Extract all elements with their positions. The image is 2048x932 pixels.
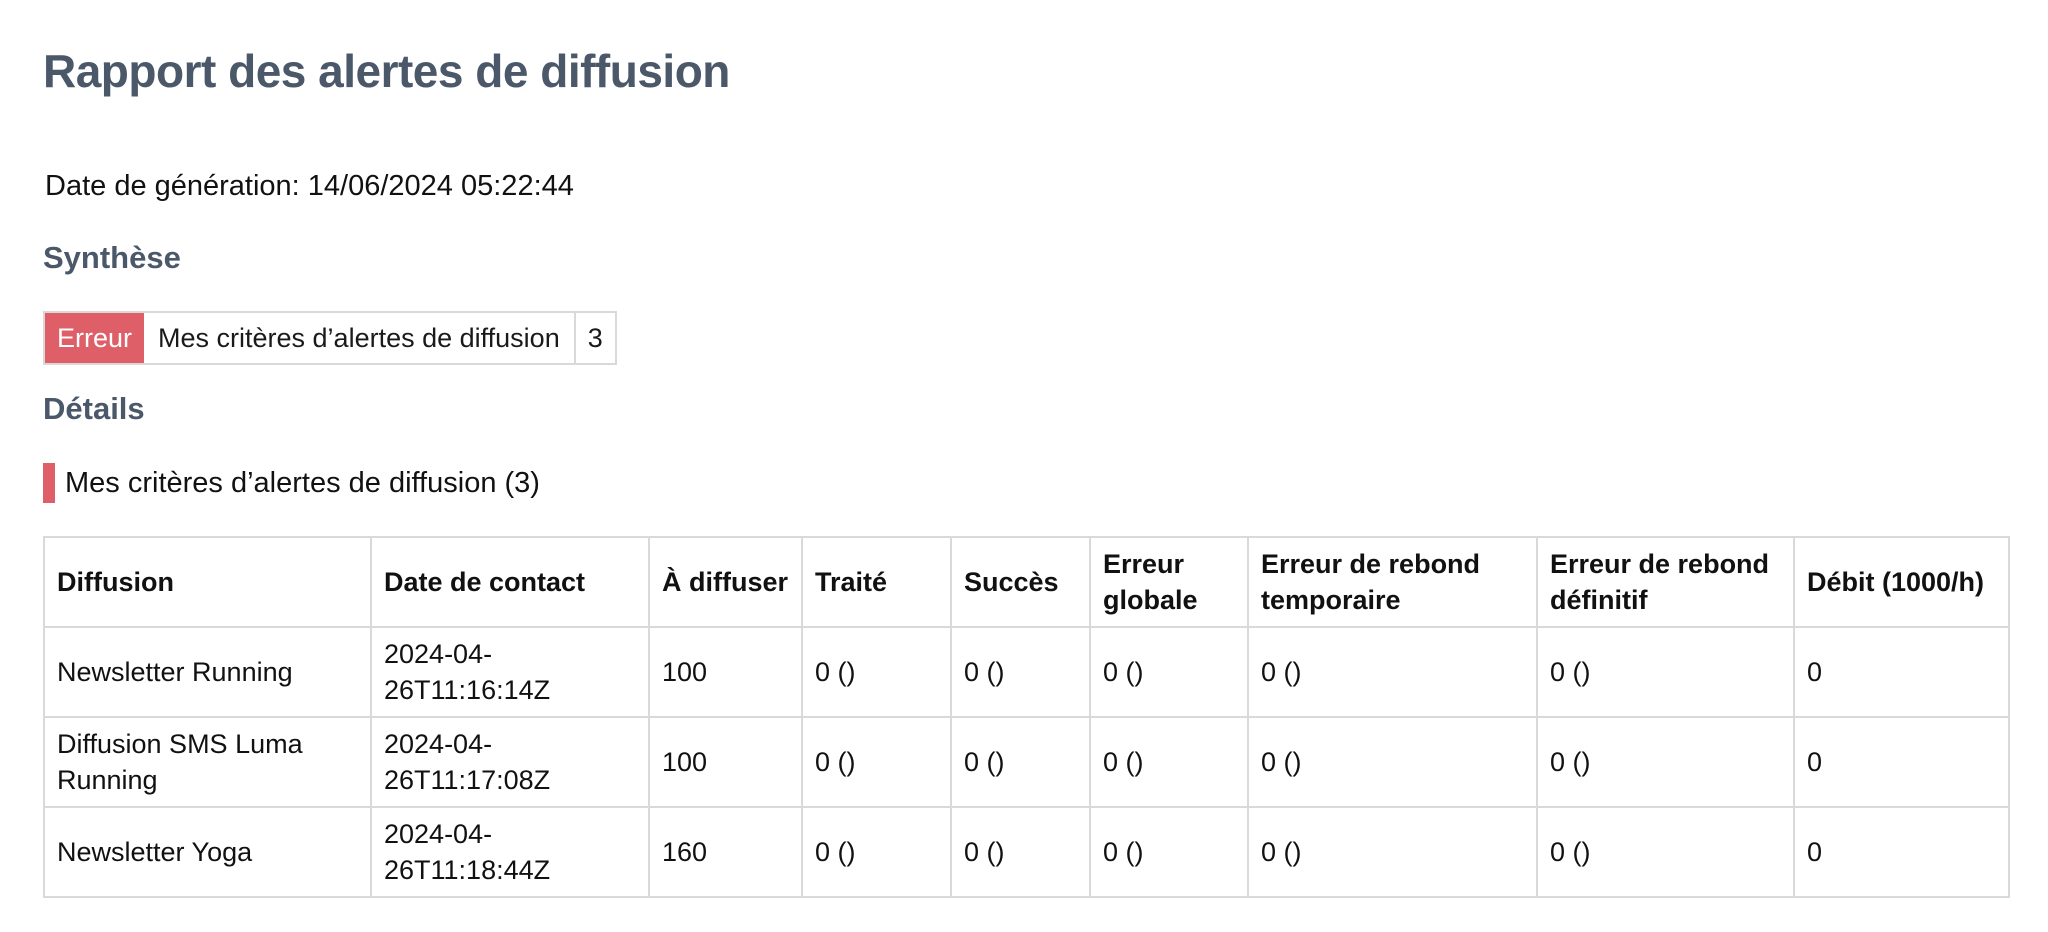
- details-heading: Détails: [43, 391, 145, 426]
- table-cell: 100: [648, 716, 803, 808]
- error-indicator-bar: [43, 463, 55, 503]
- table-cell: 0 (): [1247, 626, 1538, 718]
- table-cell: 0: [1793, 806, 2010, 898]
- column-header: À diffuser: [648, 536, 803, 628]
- page-title: Rapport des alertes de diffusion: [43, 45, 730, 97]
- table-cell: 2024-04-26T11:16:14Z: [370, 626, 650, 718]
- table-cell: 0 (): [950, 626, 1091, 718]
- details-criteria-label: Mes critères d’alertes de diffusion (3): [65, 466, 540, 499]
- column-header: Succès: [950, 536, 1091, 628]
- table-cell: 0 (): [1089, 716, 1249, 808]
- table-cell: 0 (): [801, 626, 952, 718]
- column-header: Débit (1000/h): [1793, 536, 2010, 628]
- table-cell: Newsletter Yoga: [43, 806, 372, 898]
- table-cell: 0 (): [801, 716, 952, 808]
- table-cell: 0 (): [801, 806, 952, 898]
- table-cell: 100: [648, 626, 803, 718]
- table-cell: 0: [1793, 716, 2010, 808]
- table-row: Newsletter Yoga 2024-04-26T11:18:44Z 160…: [43, 806, 2010, 898]
- table-cell: 0 (): [1536, 716, 1795, 808]
- column-header: Erreur de rebond temporaire: [1247, 536, 1538, 628]
- summary-heading: Synthèse: [43, 240, 181, 275]
- table-cell: 160: [648, 806, 803, 898]
- column-header: Diffusion: [43, 536, 372, 628]
- table-cell: 0 (): [1536, 806, 1795, 898]
- details-criteria-header: Mes critères d’alertes de diffusion (3): [43, 463, 540, 503]
- column-header: Traité: [801, 536, 952, 628]
- table-header-row: Diffusion Date de contact À diffuser Tra…: [43, 536, 2010, 628]
- status-badge: Erreur: [45, 313, 145, 363]
- table-cell: 0 (): [1247, 806, 1538, 898]
- summary-count: 3: [587, 322, 603, 353]
- table-cell: 0 (): [1089, 626, 1249, 718]
- column-header: Erreur globale: [1089, 536, 1249, 628]
- table-cell: 0 (): [1536, 626, 1795, 718]
- table-cell: 0: [1793, 626, 2010, 718]
- table-cell: Diffusion SMS Luma Running: [43, 716, 372, 808]
- table-cell: 0 (): [950, 806, 1091, 898]
- table-cell: 2024-04-26T11:17:08Z: [370, 716, 650, 808]
- table-cell: 2024-04-26T11:18:44Z: [370, 806, 650, 898]
- column-header: Date de contact: [370, 536, 650, 628]
- table-row: Newsletter Running 2024-04-26T11:16:14Z …: [43, 626, 2010, 718]
- summary-table: Erreur Mes critères d’alertes de diffusi…: [43, 311, 617, 365]
- generation-date: Date de génération: 14/06/2024 05:22:44: [45, 170, 574, 202]
- table-cell: 0 (): [950, 716, 1091, 808]
- summary-criteria: Mes critères d’alertes de diffusion: [144, 313, 576, 363]
- table-cell: 0 (): [1247, 716, 1538, 808]
- table-cell: Newsletter Running: [43, 626, 372, 718]
- deliveries-table: Diffusion Date de contact À diffuser Tra…: [43, 536, 2010, 898]
- column-header: Erreur de rebond définitif: [1536, 536, 1795, 628]
- table-row: Diffusion SMS Luma Running 2024-04-26T11…: [43, 716, 2010, 808]
- table-cell: 0 (): [1089, 806, 1249, 898]
